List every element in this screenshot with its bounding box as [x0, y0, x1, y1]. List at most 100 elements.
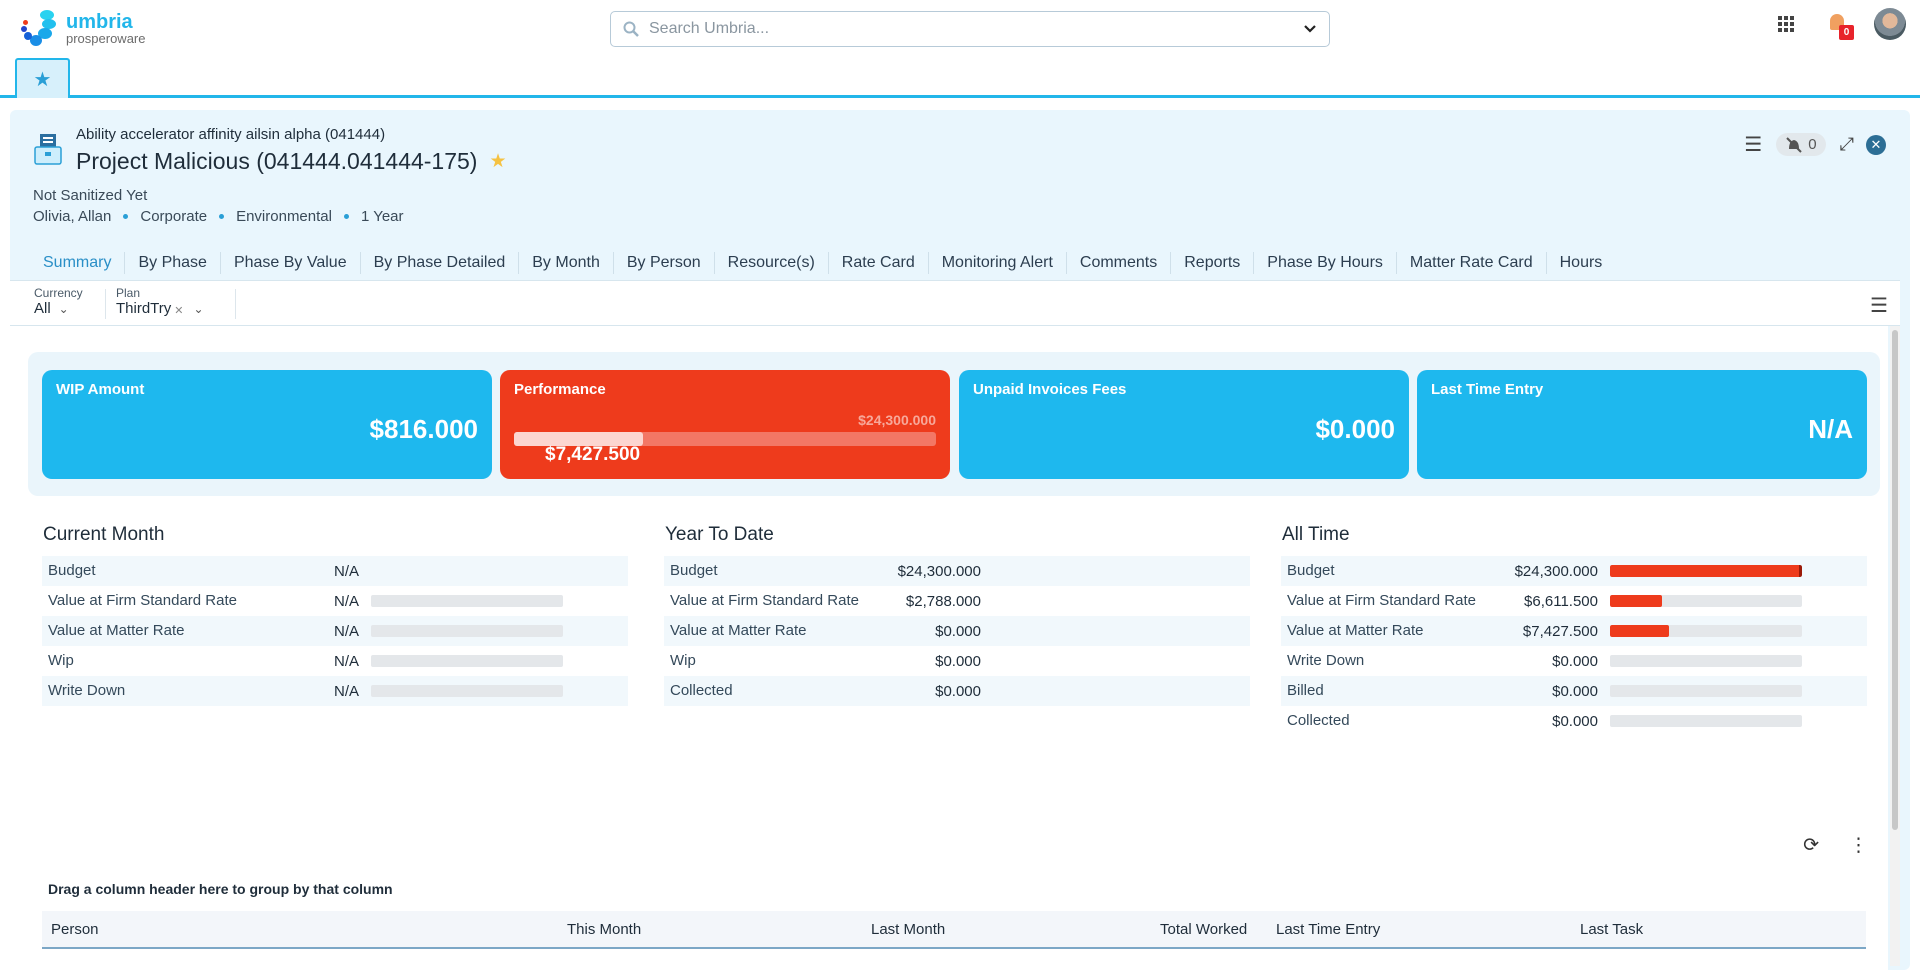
stat-row: Budget $24,300.000	[1281, 556, 1867, 586]
stat-value: N/A	[333, 682, 359, 700]
logo[interactable]: umbria prosperoware	[20, 8, 146, 48]
year-to-date-section: Year To Date Budget $24,300.000 Value at F…	[664, 524, 1250, 706]
stat-row: Collected $0.000	[1281, 706, 1867, 736]
stat-label: Billed	[1287, 682, 1324, 699]
chevron-down-icon: ⌄	[58, 301, 69, 316]
apps-grid-icon[interactable]	[1778, 16, 1794, 32]
stat-progress-bar	[1610, 625, 1802, 637]
more-vertical-icon[interactable]: ⋮	[1849, 834, 1868, 857]
performance-value: $7,427.500	[545, 444, 641, 465]
content-scrollbar[interactable]	[1890, 326, 1900, 966]
stat-progress-bar	[371, 685, 563, 697]
performance-target: $24,300.000	[858, 412, 936, 428]
stat-label: Value at Matter Rate	[1287, 622, 1424, 639]
tab-phase-by-hours[interactable]: Phase By Hours	[1254, 252, 1397, 274]
stat-label: Value at Firm Standard Rate	[1287, 592, 1476, 609]
chevron-down-icon: ⌄	[193, 301, 204, 316]
tab-rate-card[interactable]: Rate Card	[829, 252, 929, 274]
notification-badge: 0	[1839, 25, 1854, 40]
kpi-performance[interactable]: Performance $24,300.000 $7,427.500	[500, 370, 950, 479]
plan-label: Plan	[116, 286, 141, 300]
tab-by-phase-detailed[interactable]: By Phase Detailed	[361, 252, 520, 274]
tab-summary[interactable]: Summary	[32, 252, 126, 274]
stat-progress-bar	[371, 595, 563, 607]
parent-client[interactable]: Ability accelerator affinity ailsin alph…	[76, 126, 385, 143]
favorite-star-icon[interactable]: ★	[489, 150, 506, 173]
logo-mark-icon	[20, 8, 60, 48]
column-this-month[interactable]: This Month	[567, 921, 641, 938]
favorites-tab[interactable]: ★	[15, 58, 70, 98]
stat-progress-fill	[1610, 625, 1669, 637]
stat-row: Collected $0.000	[664, 676, 1250, 706]
alerts-muted-button[interactable]: 0	[1776, 133, 1826, 156]
brand-sub: prosperoware	[66, 30, 146, 46]
close-icon[interactable]: ✕	[1866, 134, 1886, 155]
tab-by-person[interactable]: By Person	[614, 252, 715, 274]
user-avatar[interactable]	[1874, 8, 1906, 40]
tab-hours[interactable]: Hours	[1547, 252, 1616, 274]
stat-row: Budget $24,300.000	[664, 556, 1250, 586]
tab-by-phase[interactable]: By Phase	[125, 252, 221, 274]
stat-row: Billed $0.000	[1281, 676, 1867, 706]
notifications-button[interactable]: 0	[1828, 11, 1854, 40]
column-person[interactable]: Person	[51, 921, 99, 938]
stat-value: N/A	[333, 622, 359, 640]
all-time-section: All Time Budget $24,300.000 Value at Firm …	[1281, 524, 1867, 736]
stat-value: $6,611.500	[1524, 592, 1598, 610]
refresh-icon[interactable]: ⟳	[1803, 834, 1819, 857]
stat-label: Budget	[1287, 562, 1335, 579]
tab-monitoring-alert[interactable]: Monitoring Alert	[929, 252, 1067, 274]
column-total-worked[interactable]: Total Worked	[1160, 921, 1247, 938]
tab-resources[interactable]: Resource(s)	[715, 252, 829, 274]
kpi-panel: WIP Amount $816.000 Performance $24,300.…	[28, 352, 1880, 496]
page-title: Project Malicious (041444.041444-175)	[76, 148, 478, 174]
stat-value: $0.000	[935, 682, 981, 700]
star-icon: ★	[33, 68, 52, 91]
tab-phase-by-value[interactable]: Phase By Value	[221, 252, 361, 274]
stat-row: Value at Firm Standard Rate $6,611.500	[1281, 586, 1867, 616]
section-title: Current Month	[43, 524, 165, 545]
tab-reports[interactable]: Reports	[1171, 252, 1255, 274]
stat-progress-bar	[1610, 565, 1802, 577]
clear-icon[interactable]: ✕	[174, 304, 183, 317]
meta-area: Environmental	[236, 208, 332, 225]
stat-label: Value at Firm Standard Rate	[670, 592, 859, 609]
column-last-month[interactable]: Last Month	[871, 921, 945, 938]
search-icon	[623, 21, 639, 37]
chevron-down-icon[interactable]	[1303, 24, 1317, 34]
matter-header: Ability accelerator affinity ailsin alph…	[10, 110, 1900, 225]
tab-matter-rate-card[interactable]: Matter Rate Card	[1397, 252, 1547, 274]
plan-filter[interactable]: Plan ThirdTry ✕ ⌄	[116, 286, 204, 317]
search-input[interactable]	[649, 20, 1303, 38]
tab-by-month[interactable]: By Month	[519, 252, 614, 274]
project-briefcase-icon	[34, 134, 62, 165]
stat-row: Value at Firm Standard Rate N/A	[42, 586, 628, 616]
workspace-tabstrip: ★	[0, 58, 1920, 98]
kpi-wip[interactable]: WIP Amount $816.000	[42, 370, 492, 479]
stat-value: N/A	[333, 592, 359, 610]
plan-value: ThirdTry	[116, 300, 172, 317]
stat-label: Value at Matter Rate	[48, 622, 185, 639]
column-last-task[interactable]: Last Task	[1580, 921, 1643, 938]
kpi-unpaid-invoices[interactable]: Unpaid Invoices Fees $0.000	[959, 370, 1409, 479]
currency-filter[interactable]: Currency All ⌄	[34, 286, 83, 317]
tab-comments[interactable]: Comments	[1067, 252, 1172, 274]
filter-menu-icon[interactable]: ☰	[1870, 293, 1888, 318]
section-title: Year To Date	[665, 524, 774, 545]
menu-icon[interactable]: ☰	[1744, 132, 1762, 157]
global-search[interactable]	[610, 11, 1330, 47]
brand-name: umbria	[66, 10, 133, 33]
stat-progress-bar	[371, 655, 563, 667]
summary-content: WIP Amount $816.000 Performance $24,300.…	[10, 326, 1888, 970]
column-last-time-entry[interactable]: Last Time Entry	[1276, 921, 1380, 938]
group-by-hint[interactable]: Drag a column header here to group by th…	[48, 881, 393, 897]
stat-label: Wip	[670, 652, 696, 669]
stat-value: $24,300.000	[897, 562, 981, 580]
stat-label: Budget	[670, 562, 718, 579]
stat-row: Write Down $0.000	[1281, 646, 1867, 676]
stat-progress-fill	[1610, 595, 1663, 607]
kpi-last-time-entry[interactable]: Last Time Entry N/A	[1417, 370, 1867, 479]
stat-label: Write Down	[1287, 652, 1365, 669]
expand-icon[interactable]: ⤢	[1840, 134, 1854, 155]
meta-duration: 1 Year	[360, 208, 404, 225]
